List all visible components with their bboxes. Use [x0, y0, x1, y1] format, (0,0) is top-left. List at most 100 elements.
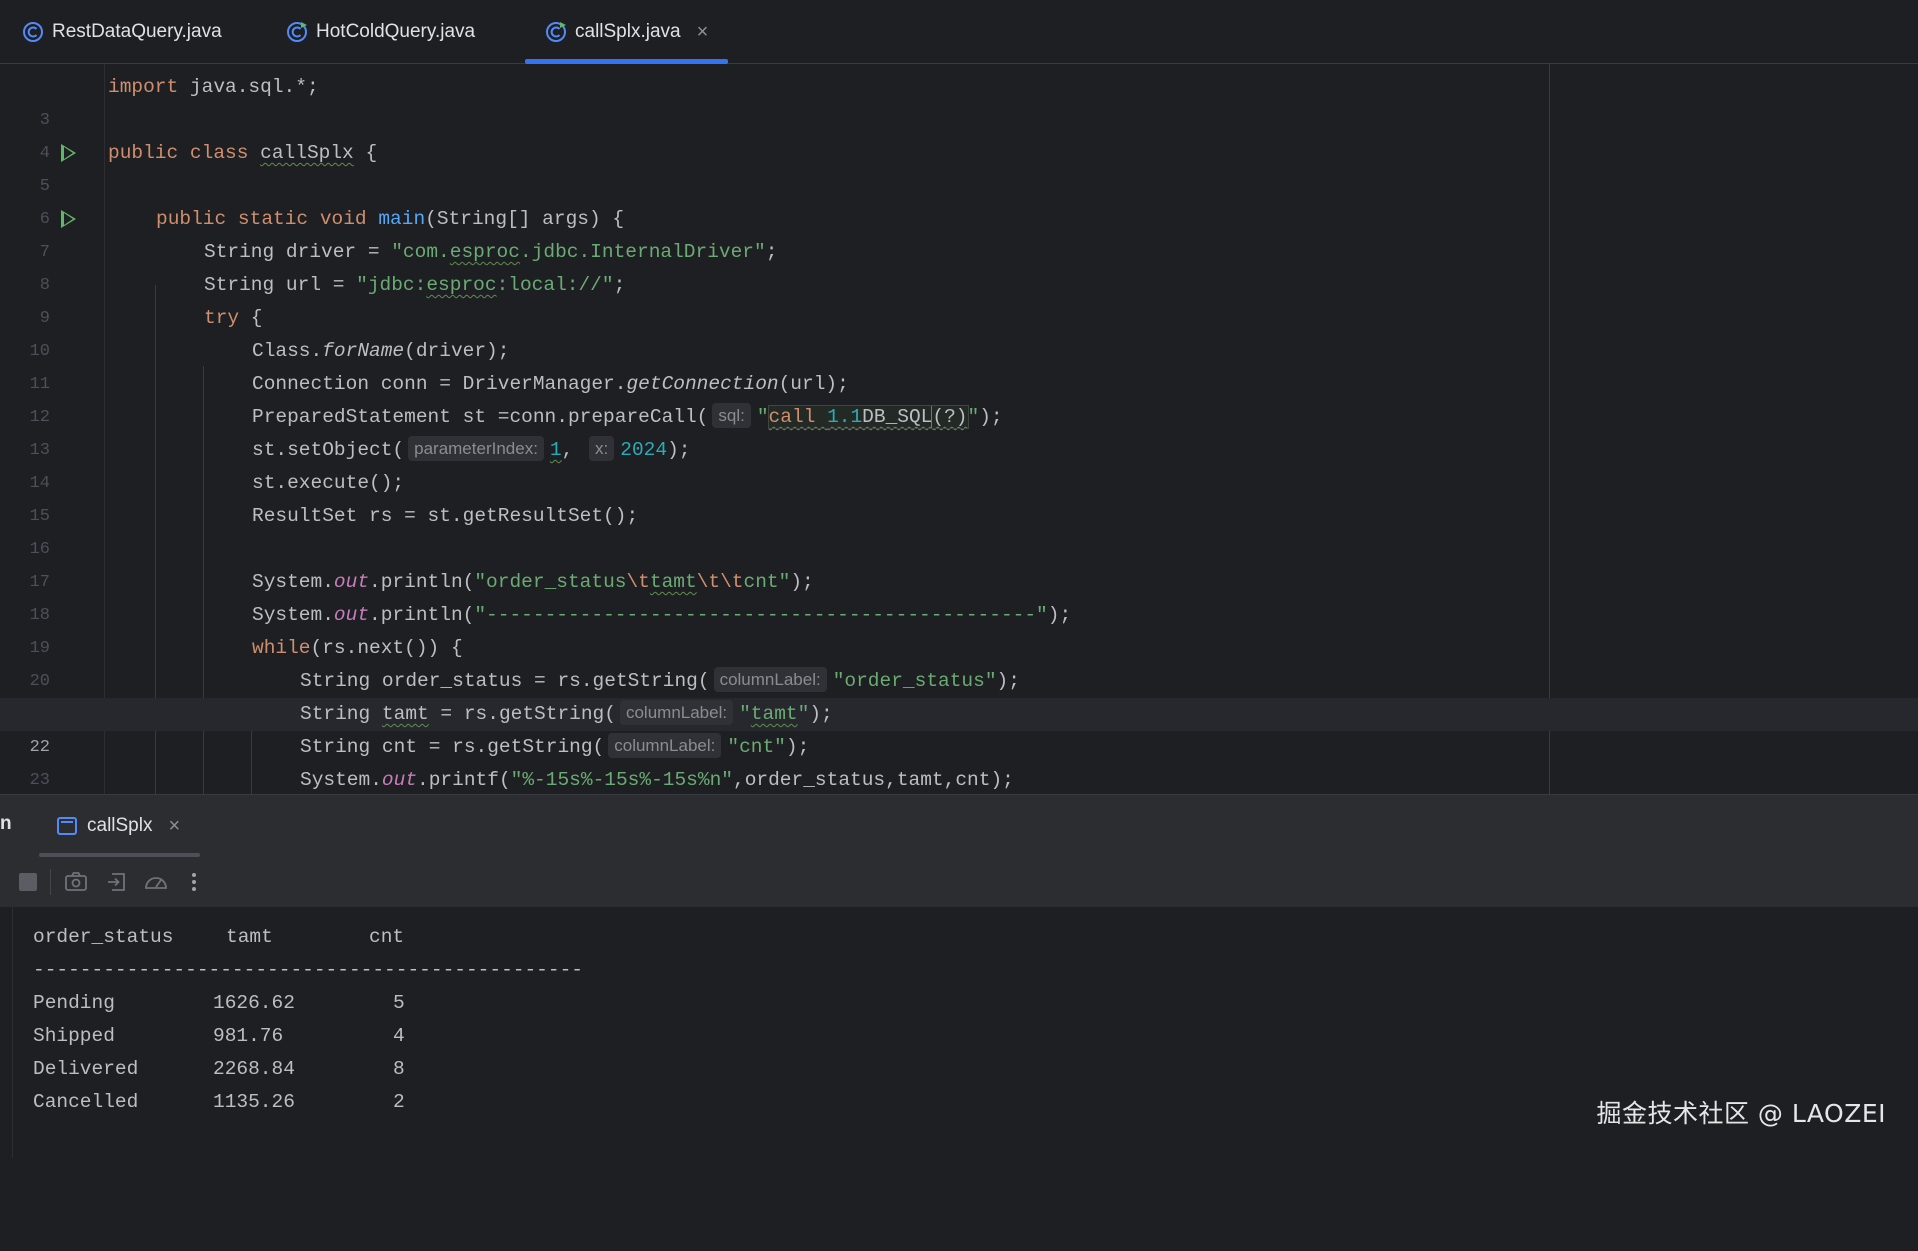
code-text: String cnt = rs.getString( [300, 736, 605, 758]
code-text: PreparedStatement st =conn.prepareCall( [252, 406, 709, 428]
string-literal: "jdbc:esproc:local://" [356, 274, 614, 296]
string-literal: "order_status\ttamt\t\tcnt" [474, 571, 791, 593]
code-text: { [239, 307, 263, 329]
code-line: 6 [0, 170, 1918, 229]
code-line: 23 String cnt = rs.getString(columnLabel… [0, 731, 1918, 790]
code-line: 24 System.out.printf("%-15s%-15s%-15s%n"… [0, 764, 1918, 794]
profiler-button[interactable] [142, 868, 170, 896]
run-header: n callSplx × [0, 795, 1918, 857]
code-text: (url); [778, 373, 849, 395]
tab-label: RestDataQuery.java [52, 21, 222, 42]
header-cell: tamt [226, 926, 273, 948]
code-line: 18 System.out.println("order_status\ttam… [0, 566, 1918, 625]
string-literal: "cnt" [727, 736, 786, 758]
toolbar-separator [50, 869, 51, 895]
run-main-icon[interactable] [61, 210, 76, 228]
tab-call-splx[interactable]: callSplx.java × [524, 0, 729, 64]
code-text: , [561, 439, 574, 461]
string-literal: "%-15s%-15s%-15s%n" [510, 769, 733, 791]
keyword: public class [108, 142, 249, 164]
amount-cell: 1626.62 [213, 992, 295, 1014]
count-cell: 4 [393, 1025, 405, 1047]
code-text: ); [790, 571, 814, 593]
code-editor[interactable]: 3 import java.sql.*; 4 5 public class ca… [0, 64, 1918, 794]
console-divider: ----------------------------------------… [33, 959, 583, 981]
tab-rest-data-query[interactable]: RestDataQuery.java [22, 0, 222, 64]
string-literal: "order_status" [832, 670, 997, 692]
console-row: Cancelled 1135.26 2 [33, 1086, 405, 1119]
code-text: { [353, 142, 378, 164]
parameter-hint: sql: [712, 403, 751, 428]
code-line: 16 ResultSet rs = st.getResultSet(); [0, 500, 1918, 559]
code-text: st.execute(); [252, 472, 405, 494]
code-text: ; [765, 241, 778, 263]
status-cell: Delivered [33, 1058, 139, 1080]
more-options-button[interactable] [180, 868, 208, 896]
static-field: out [381, 769, 418, 791]
amount-cell: 1135.26 [213, 1091, 295, 1113]
tab-label: callSplx.java [575, 21, 681, 42]
run-window-title: n [0, 813, 12, 834]
code-text: ); [979, 406, 1003, 428]
code-text: String driver = [204, 241, 392, 263]
amount-cell: 981.76 [213, 1025, 284, 1047]
string-literal: "tamt" [739, 703, 810, 725]
code-line: 12 Connection conn = DriverManager.getCo… [0, 368, 1918, 427]
code-line: 3 import java.sql.*; [0, 71, 1918, 130]
variable-name: tamt [381, 703, 429, 725]
export-button[interactable] [103, 868, 131, 896]
camera-icon [65, 872, 87, 891]
code-text: .printf( [417, 769, 511, 791]
keyword: import [108, 76, 179, 98]
count-cell: 5 [393, 992, 405, 1014]
code-line: 20 while(rs.next()) { [0, 632, 1918, 691]
code-text: ); [785, 736, 810, 758]
code-text: ); [667, 439, 691, 461]
run-tab-call-splx[interactable]: callSplx × [38, 795, 201, 857]
code-line: 13 PreparedStatement st =conn.prepareCal… [0, 401, 1918, 460]
tab-label: HotColdQuery.java [316, 21, 476, 42]
editor-tab-bar: RestDataQuery.java HotColdQuery.java cal… [0, 0, 1918, 64]
more-vertical-icon [192, 873, 196, 891]
class-name: callSplx [260, 142, 354, 164]
keyword: while [252, 637, 311, 659]
code-text: = rs.getString( [428, 703, 616, 725]
close-tab-icon[interactable]: × [697, 22, 709, 42]
status-cell: Shipped [33, 1025, 115, 1047]
console-gutter [12, 907, 13, 1158]
keyword: public static void [156, 208, 367, 230]
code-text: (rs.next()) { [310, 637, 463, 659]
dump-threads-button[interactable] [62, 868, 90, 896]
code-text: ; [613, 274, 626, 296]
console-row: Shipped 981.76 4 [33, 1020, 405, 1053]
run-tab-label: callSplx [87, 815, 153, 836]
code-text: System. [252, 604, 334, 626]
console-row: Pending 1626.62 5 [33, 987, 405, 1020]
code-text: Connection conn = DriverManager. [252, 373, 627, 395]
export-icon [108, 873, 125, 891]
code-text: String [300, 703, 382, 725]
parameter-hint: columnLabel: [713, 667, 827, 692]
status-cell: Pending [33, 992, 115, 1014]
run-class-icon[interactable] [61, 144, 76, 162]
stop-button[interactable] [14, 868, 42, 896]
amount-cell: 2268.84 [213, 1058, 295, 1080]
count-cell: 2 [393, 1091, 405, 1113]
code-line: 5 public class callSplx { [0, 137, 1918, 196]
stop-icon [19, 873, 37, 891]
code-line: 4 [0, 104, 1918, 163]
close-run-tab-icon[interactable]: × [168, 815, 180, 838]
code-line: 8 String driver = "com.esproc.jdbc.Inter… [0, 236, 1918, 295]
code-text: st.setObject( [252, 439, 405, 461]
console-header-row: order_status tamt cnt [33, 921, 404, 954]
code-line: 9 String url = "jdbc:esproc:local://"; [0, 269, 1918, 328]
tab-hot-cold-query[interactable]: HotColdQuery.java [286, 0, 475, 64]
static-field: out [333, 604, 370, 626]
count-cell: 8 [393, 1058, 405, 1080]
parameter-hint: parameterIndex: [408, 436, 544, 461]
header-cell: order_status [33, 926, 174, 948]
code-text: ); [1047, 604, 1072, 626]
static-method: getConnection [626, 373, 779, 395]
java-runnable-class-icon [546, 22, 566, 42]
run-toolbar [0, 857, 1918, 907]
